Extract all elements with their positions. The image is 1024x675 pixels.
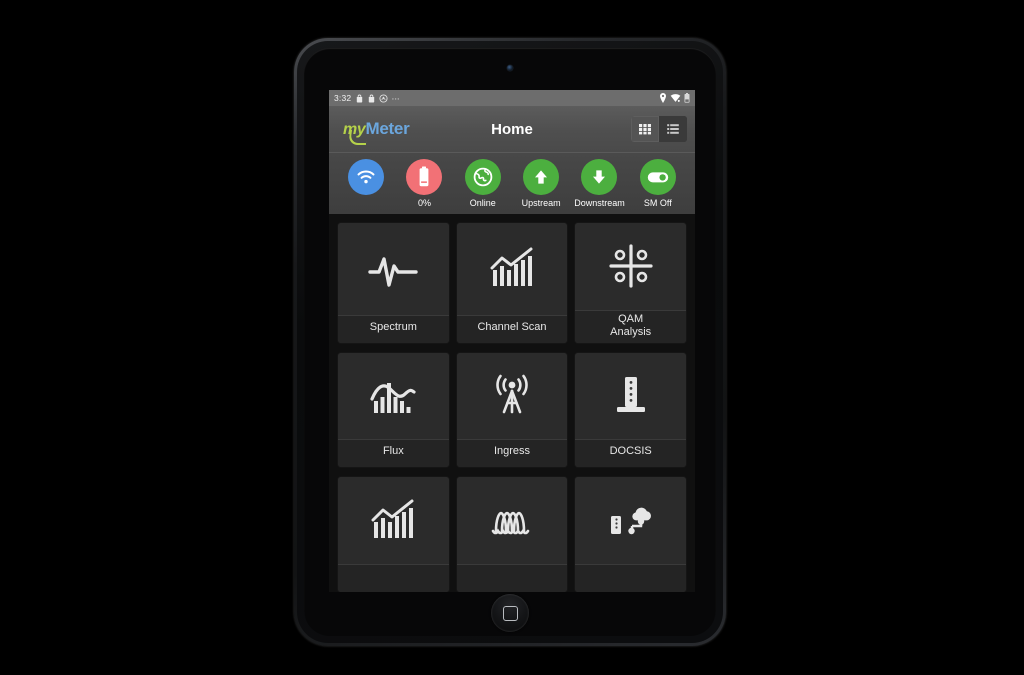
status-chip-label: 0% [417,198,431,208]
status-chip-circle [523,159,560,195]
ofdm-carriers-icon [491,511,530,534]
tile-docsis[interactable]: DOCSIS [575,352,686,468]
wifi-icon [670,94,681,102]
status-chip-circle [406,159,443,195]
arrow-down-icon [593,170,606,184]
battery-icon [420,166,429,187]
arrow-up-icon [535,170,548,184]
tile-label: Channel Scan [456,314,568,343]
view-toggle-group [631,116,687,142]
tablet-screen: 3:32 myMeter Home 0% Online Upstream Dow… [329,90,695,592]
tile-flux[interactable]: Flux [338,352,449,468]
status-bar-system-icons [659,93,690,103]
tile-row3-2[interactable] [456,477,568,592]
tile-label: Spectrum [338,314,449,343]
status-chip-circle [348,159,385,195]
screenshot-root: 3:32 myMeter Home 0% Online Upstream Dow… [0,0,1024,675]
tile-label: Ingress [456,439,568,468]
tile-icon-area [456,352,568,440]
tile-spectrum[interactable]: Spectrum [338,223,449,343]
tile-ingress[interactable]: Ingress [456,352,568,468]
app-logo: myMeter [343,119,410,145]
tile-icon-area [338,477,449,564]
more-notifications-icon [392,97,400,100]
status-chip-circle [639,159,676,195]
tile-icon-area [338,352,449,440]
tile-icon-area [456,477,568,564]
constellation-icon [609,244,653,288]
status-bar-clock: 3:32 [334,93,352,103]
tile-label [575,564,686,592]
tile-icon-area [456,223,568,315]
status-chip-online[interactable]: Online [454,159,512,208]
notification-icon [369,94,375,102]
tile-label [456,564,568,592]
status-chip-sm[interactable]: SM Off [629,159,687,208]
toggle-icon [647,171,668,182]
tile-row3-3[interactable] [575,477,686,592]
tile-icon-area [575,352,686,440]
list-icon [667,124,679,134]
bar-chart-trend-icon [490,247,533,286]
battery-icon [684,93,690,103]
app-tile-grid: Spectrum Channel Scan QAM Analysis Flux … [329,214,695,592]
front-camera-icon [507,65,513,71]
status-chip-battery[interactable]: 0% [395,159,453,208]
status-chip-label: Upstream [521,198,561,208]
flux-curve-icon [370,382,416,413]
tile-label [338,564,449,592]
grid-view-button[interactable] [631,116,659,142]
tile-icon-area [575,477,686,564]
location-icon [660,93,666,103]
tile-qam-analysis[interactable]: QAM Analysis [575,223,686,343]
tile-channel-scan[interactable]: Channel Scan [456,223,568,343]
globe-icon [473,167,493,187]
tile-icon-area [338,223,449,315]
bar-chart-trend-icon [371,499,414,538]
status-chip-label: SM Off [643,198,672,208]
tile-label: QAM Analysis [575,309,686,343]
status-chip-wifi[interactable] [337,159,395,198]
antenna-tower-icon [496,374,528,414]
status-chip-upstream[interactable]: Upstream [512,159,570,208]
status-chip-downstream[interactable]: Downstream [570,159,628,208]
home-square-icon [502,605,518,621]
status-chip-label: Downstream [574,198,625,208]
home-button[interactable] [491,594,529,632]
wifi-icon [357,170,375,184]
status-chip-circle [581,159,618,195]
android-status-bar: 3:32 [329,90,695,106]
tile-label: Flux [338,439,449,468]
notification-icon [357,94,363,102]
tile-icon-area [575,223,686,310]
modem-tower-icon [616,376,645,412]
status-chip-label: Online [469,198,496,208]
tile-row3-1[interactable] [338,477,449,592]
app-logo-suffix: Meter [365,119,410,138]
status-indicator-row: 0% Online Upstream Downstream SM Off [329,152,695,214]
tile-label: DOCSIS [575,439,686,468]
status-bar-notifications [355,93,402,103]
app-logo-tail-icon [347,130,369,145]
list-view-button[interactable] [659,116,687,142]
waveform-icon [368,257,419,287]
status-chip-circle [464,159,501,195]
cloud-device-icon [610,507,651,534]
grid-icon [639,124,651,135]
app-title-bar: myMeter Home [329,106,695,152]
app-notification-icon [379,93,388,103]
